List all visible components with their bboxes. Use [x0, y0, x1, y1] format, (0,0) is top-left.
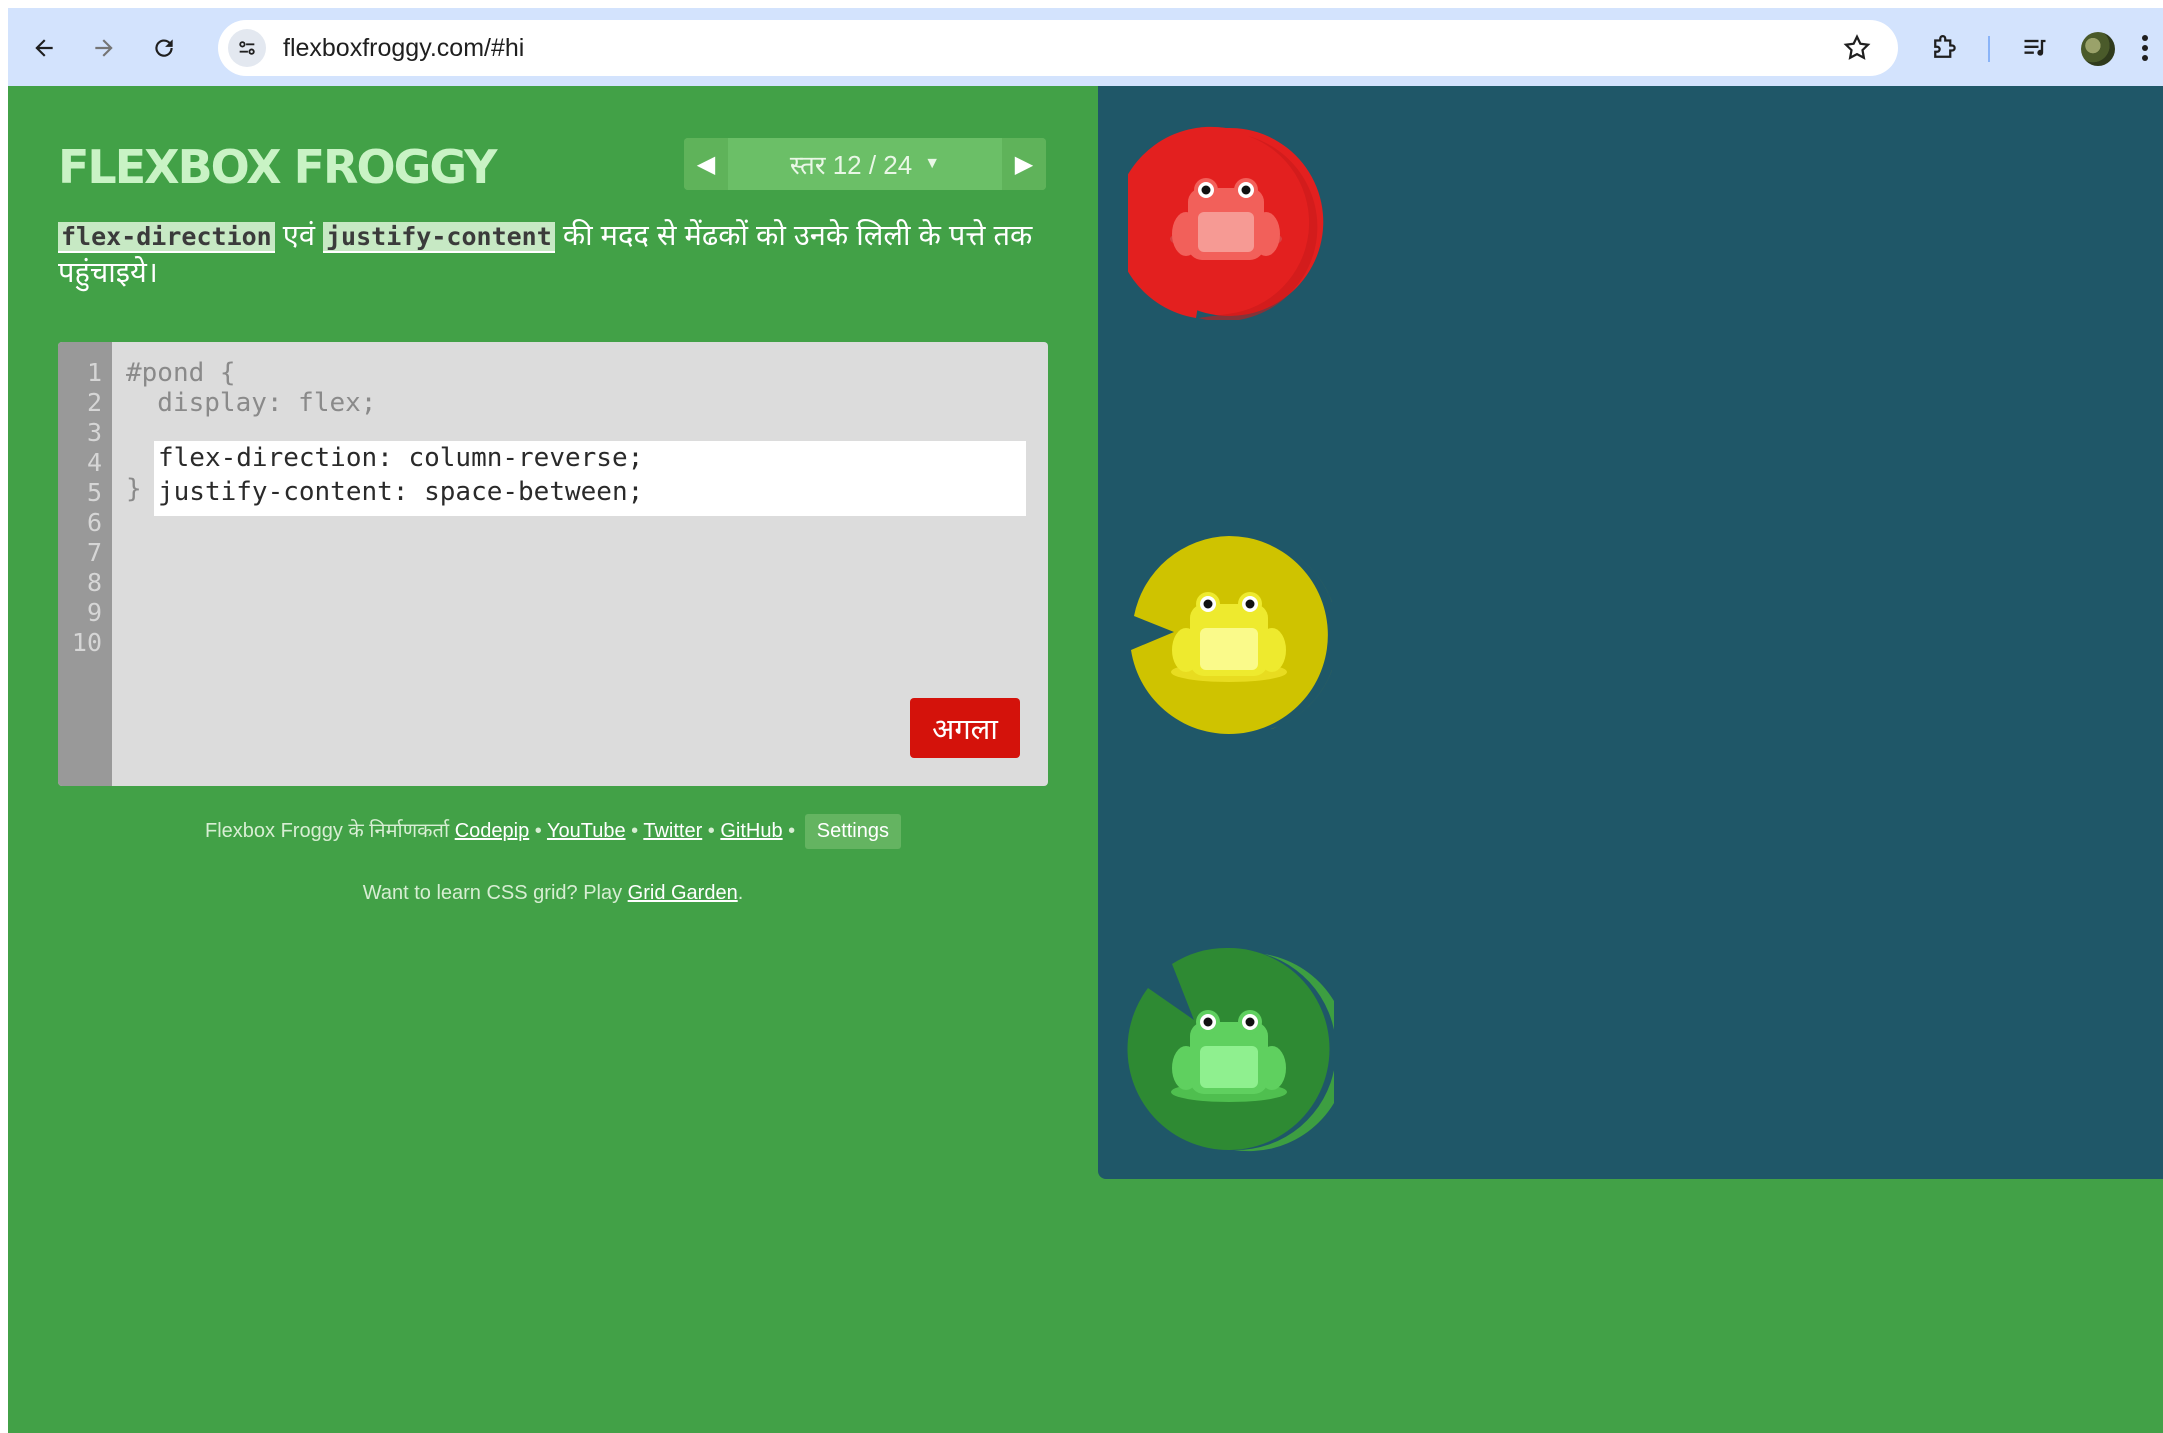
line-number: 4	[86, 448, 102, 477]
dropdown-caret-icon: ▼	[924, 155, 941, 172]
line-number: 8	[86, 568, 102, 597]
yellow-lilypad	[1131, 536, 1332, 735]
bookmark-star-icon[interactable]	[1842, 33, 1872, 67]
separator: •	[625, 820, 644, 842]
site-info-icon[interactable]	[228, 29, 266, 67]
reload-icon[interactable]	[144, 28, 184, 68]
address-bar[interactable]: flexboxfroggy.com/#hi	[218, 20, 1898, 76]
game-logo: FLEXBOX FROGGY	[58, 140, 497, 194]
code-line-display: display: flex;	[126, 388, 377, 418]
input-line-justify-content[interactable]: justify-content: space-between;	[158, 477, 643, 507]
instructions-joiner: एवं	[274, 220, 323, 252]
code-line-selector: #pond {	[126, 358, 236, 388]
level-indicator: स्तर 12 / 24	[789, 150, 913, 180]
separator: •	[529, 820, 547, 842]
line-number: 6	[86, 508, 102, 537]
line-number: 3	[86, 418, 102, 447]
grid-garden-note: Want to learn CSS grid? Play Grid Garden…	[8, 882, 1098, 905]
reading-list-icon[interactable]	[2017, 30, 2053, 66]
profile-avatar[interactable]	[2081, 32, 2115, 66]
property-help-justify-content[interactable]: justify-content	[323, 222, 555, 253]
line-number: 10	[71, 628, 102, 657]
previous-level-icon[interactable]: ◀	[684, 138, 728, 190]
line-number: 7	[86, 538, 102, 567]
level-selector[interactable]: स्तर 12 / 24 ▼	[728, 138, 1002, 190]
css-input-textarea[interactable]: flex-direction: column-reverse; justify-…	[154, 441, 1026, 516]
youtube-link[interactable]: YouTube	[547, 820, 626, 842]
extensions-icon[interactable]	[1926, 30, 1962, 66]
line-number: 1	[86, 358, 102, 387]
game-page: FLEXBOX FROGGY ◀ स्तर 12 / 24 ▼ ▶ flex-d…	[8, 86, 2163, 1433]
next-button[interactable]: अगला	[910, 698, 1020, 758]
twitter-link[interactable]: Twitter	[643, 820, 702, 842]
red-lilypad	[1128, 126, 1324, 320]
sidebar: FLEXBOX FROGGY ◀ स्तर 12 / 24 ▼ ▶ flex-d…	[8, 86, 1098, 1433]
more-menu-icon[interactable]	[2135, 30, 2155, 66]
separator: •	[782, 820, 801, 842]
back-arrow-icon[interactable]	[24, 28, 64, 68]
next-level-icon[interactable]: ▶	[1002, 138, 1046, 190]
settings-button[interactable]: Settings	[804, 814, 901, 849]
line-number: 5	[86, 478, 102, 507]
line-number-gutter: 1 2 3 4 5 6 7 8 9 10	[58, 342, 112, 786]
input-line-flex-direction[interactable]: flex-direction: column-reverse;	[158, 443, 643, 473]
toolbar-separator	[1988, 36, 1990, 62]
line-number: 2	[86, 388, 102, 417]
property-help-flex-direction[interactable]: flex-direction	[58, 222, 275, 253]
credits-prefix: Flexbox Froggy के निर्माणकर्ता	[205, 820, 455, 842]
instructions: flex-direction एवं justify-content की मद…	[58, 218, 1048, 291]
github-link[interactable]: GitHub	[720, 820, 782, 842]
line-number: 9	[86, 598, 102, 627]
grid-note-end: .	[737, 882, 744, 904]
code-editor: 1 2 3 4 5 6 7 8 9 10 #pond { display: fl…	[58, 342, 1048, 786]
grid-note-text: Want to learn CSS grid? Play	[362, 882, 628, 904]
credits: Flexbox Froggy के निर्माणकर्ता Codepip •…	[8, 814, 1098, 849]
code-line-closing-brace: }	[126, 474, 142, 504]
level-navigator: ◀ स्तर 12 / 24 ▼ ▶	[684, 138, 1046, 190]
green-lilypad	[1127, 947, 1334, 1152]
separator: •	[702, 820, 721, 842]
grid-garden-link[interactable]: Grid Garden	[628, 882, 738, 904]
codepip-link[interactable]: Codepip	[455, 820, 530, 842]
url-text[interactable]: flexboxfroggy.com/#hi	[283, 34, 524, 63]
browser-toolbar: flexboxfroggy.com/#hi	[8, 8, 2163, 86]
pond	[1098, 86, 2163, 1179]
forward-arrow-icon[interactable]	[84, 28, 124, 68]
